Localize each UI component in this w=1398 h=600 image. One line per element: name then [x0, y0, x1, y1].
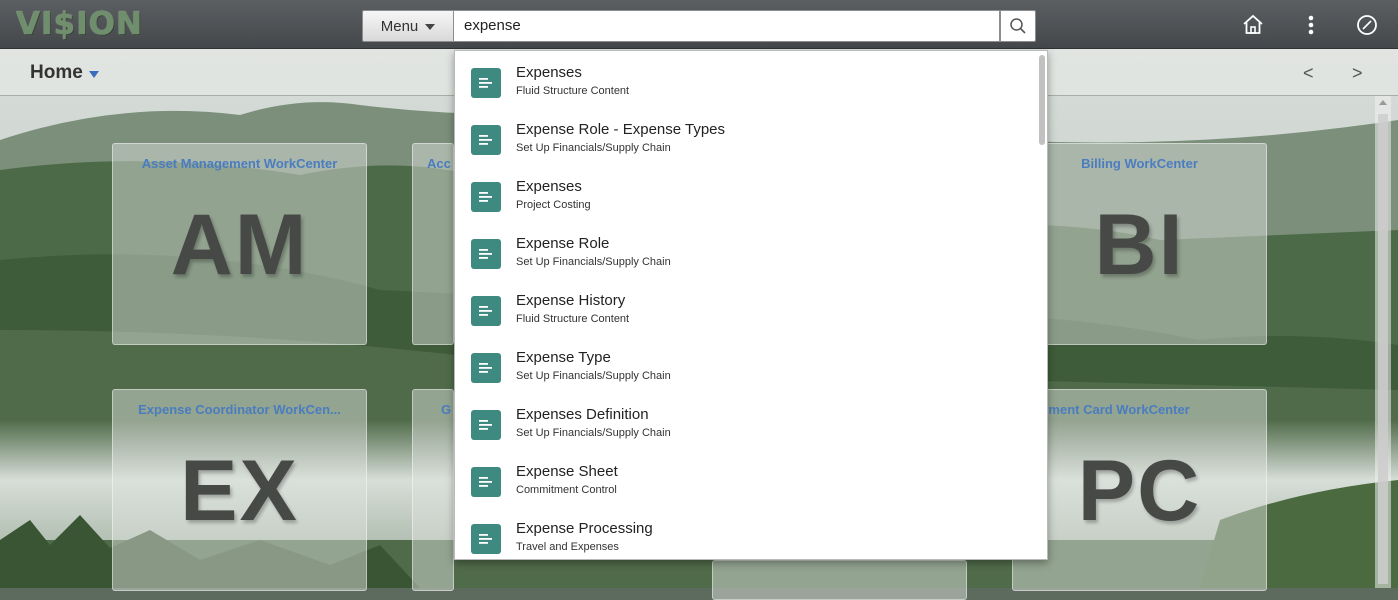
result-title: Expense Type [516, 349, 611, 366]
homepage-selector[interactable]: Home [30, 62, 99, 84]
tile-billing-workcenter[interactable]: Billing WorkCenter BI [1012, 143, 1267, 345]
result-title: Expenses [516, 64, 582, 81]
tile-title: ocurement Card WorkCenter [1013, 402, 1190, 417]
content-reference-icon [471, 296, 501, 326]
result-title: Expense Processing [516, 520, 653, 537]
search-icon [1010, 18, 1026, 34]
content-reference-icon [471, 239, 501, 269]
result-subtitle: Set Up Financials/Supply Chain [516, 256, 671, 268]
content-reference-icon [471, 410, 501, 440]
tile-title: Expense Coordinator WorkCen... [138, 402, 341, 417]
navbar-compass-icon [1357, 15, 1377, 35]
result-title: Expense Role [516, 235, 610, 252]
tile-abbreviation: BI [1094, 197, 1185, 293]
result-title: Expenses Definition [516, 406, 649, 423]
page-scrollbar[interactable] [1375, 96, 1391, 588]
content-reference-icon [471, 467, 501, 497]
content-reference-icon [471, 353, 501, 383]
result-title: Expense Sheet [516, 463, 618, 480]
tile-general-partial[interactable]: G [412, 389, 454, 591]
tile-abbreviation: AM [170, 197, 309, 293]
search-result-item[interactable]: Expenses Project Costing [455, 171, 1035, 228]
previous-page-button[interactable]: < [1303, 63, 1314, 84]
dropdown-scrollbar-thumb[interactable] [1039, 55, 1045, 145]
result-subtitle: Travel and Expenses [516, 541, 619, 553]
content-reference-icon [471, 125, 501, 155]
tile-expense-coordinator-workcenter[interactable]: Expense Coordinator WorkCen... EX [112, 389, 367, 591]
tile-hidden-partial[interactable] [712, 560, 967, 600]
search-button[interactable] [1000, 10, 1036, 42]
search-result-item[interactable]: Expense Type Set Up Financials/Supply Ch… [455, 342, 1035, 399]
result-subtitle: Project Costing [516, 199, 591, 211]
menu-button[interactable]: Menu [362, 10, 454, 42]
tile-title: Asset Management WorkCenter [141, 156, 338, 171]
search-results-dropdown: Expenses Fluid Structure Content Expense… [454, 50, 1048, 560]
next-page-button[interactable]: > [1352, 63, 1363, 84]
page-title: Home [30, 62, 83, 83]
actions-menu-button[interactable] [1296, 10, 1326, 40]
menu-button-label: Menu [380, 17, 419, 35]
search-result-item[interactable]: Expense Role - Expense Types Set Up Fina… [455, 114, 1035, 171]
page-scrollbar-thumb[interactable] [1378, 114, 1388, 584]
result-subtitle: Commitment Control [516, 484, 617, 496]
vision-logo[interactable]: VI$ION [16, 6, 143, 42]
result-title: Expense Role - Expense Types [516, 121, 726, 138]
search-result-item[interactable]: Expense Processing Travel and Expenses [455, 513, 1035, 559]
caret-down-icon [425, 24, 436, 30]
caret-down-icon [88, 70, 99, 78]
result-subtitle: Fluid Structure Content [516, 313, 630, 325]
top-header-bar: VI$ION Menu expense [0, 0, 1398, 49]
search-result-item[interactable]: Expenses Definition Set Up Financials/Su… [455, 399, 1035, 456]
result-subtitle: Set Up Financials/Supply Chain [516, 370, 671, 382]
result-subtitle: Set Up Financials/Supply Chain [516, 142, 671, 154]
search-result-item[interactable]: Expense Role Set Up Financials/Supply Ch… [455, 228, 1035, 285]
tile-title: Billing WorkCenter [1081, 156, 1198, 171]
tile-abbreviation: PC [1077, 443, 1202, 539]
tile-accounts-partial[interactable]: Acc [412, 143, 454, 345]
result-title: Expense History [516, 292, 626, 309]
scroll-up-arrow-icon[interactable] [1379, 100, 1387, 105]
search-result-item[interactable]: Expenses Fluid Structure Content [455, 57, 1035, 114]
tile-asset-management-workcenter[interactable]: Asset Management WorkCenter AM [112, 143, 367, 345]
result-title: Expenses [516, 178, 582, 195]
tile-procurement-card-workcenter[interactable]: ocurement Card WorkCenter PC [1012, 389, 1267, 591]
search-result-item[interactable]: Expense History Fluid Structure Content [455, 285, 1035, 342]
search-input[interactable]: expense [454, 10, 1000, 42]
home-button[interactable] [1238, 10, 1268, 40]
more-vertical-icon [1308, 15, 1314, 35]
content-reference-icon [471, 182, 501, 212]
navbar-button[interactable] [1352, 10, 1382, 40]
content-reference-icon [471, 524, 501, 554]
result-subtitle: Set Up Financials/Supply Chain [516, 427, 671, 439]
search-result-item[interactable]: Expense Sheet Commitment Control [455, 456, 1035, 513]
result-subtitle: Fluid Structure Content [516, 85, 630, 97]
home-icon [1243, 14, 1263, 34]
tile-abbreviation: EX [180, 443, 299, 539]
content-reference-icon [471, 68, 501, 98]
